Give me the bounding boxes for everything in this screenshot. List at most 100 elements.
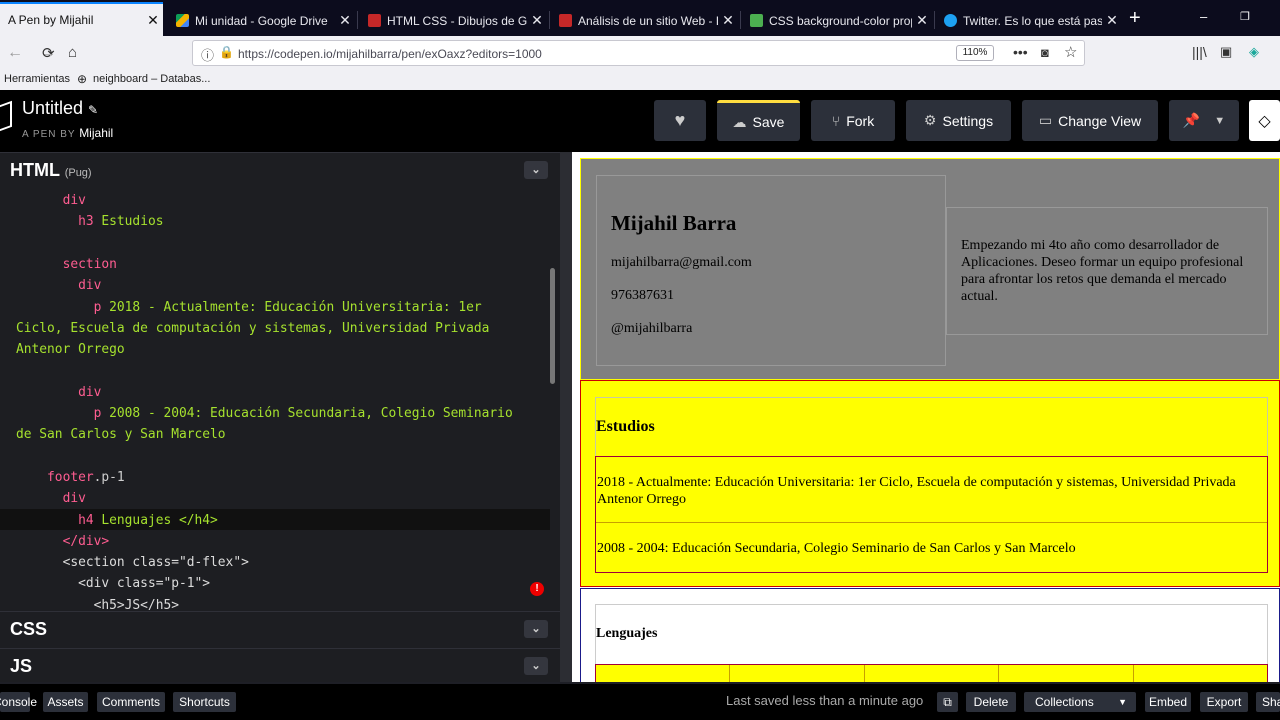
- address-bar[interactable]: ⓘ 🔒 https://codepen.io/mijahilbarra/pen/…: [192, 40, 1085, 66]
- pocket-icon[interactable]: ◙: [1041, 45, 1049, 60]
- comments-button[interactable]: Comments: [97, 692, 165, 712]
- close-icon[interactable]: ✕: [1102, 12, 1122, 29]
- code-line[interactable]: </div>: [16, 531, 110, 552]
- profile-name: Mijahil Barra: [611, 211, 737, 235]
- tab-separator: [740, 11, 741, 29]
- heart-button[interactable]: ♥: [654, 100, 706, 141]
- bookmark-neighboard[interactable]: neighboard – Databas...: [93, 73, 210, 85]
- study-item: 2018 - Actualmente: Educación Universita…: [596, 457, 1267, 523]
- tab-label: HTML CSS - Dibujos de Googl: [387, 13, 527, 28]
- languages-header: Lenguajes: [595, 604, 1268, 666]
- settings-button[interactable]: ⚙ Settings: [906, 100, 1011, 141]
- close-icon[interactable]: ✕: [143, 12, 163, 29]
- code-line[interactable]: div: [16, 190, 86, 211]
- code-line[interactable]: h3 Estudios: [16, 211, 163, 232]
- code-line[interactable]: div: [16, 275, 101, 296]
- tab-drive[interactable]: Mi unidad - Google Drive ✕: [168, 5, 355, 36]
- code-line[interactable]: Ciclo, Escuela de computación y sistemas…: [16, 318, 489, 339]
- author-link[interactable]: Mijahil: [79, 126, 113, 140]
- tab-label: Análisis de un sitio Web - Dib: [578, 13, 718, 28]
- chevron-down-icon[interactable]: ⌄: [524, 657, 548, 675]
- globe-icon: ⊕: [77, 72, 88, 86]
- user-avatar[interactable]: ◇: [1249, 100, 1280, 141]
- code-line[interactable]: div: [16, 382, 101, 403]
- assets-button[interactable]: Assets: [43, 692, 88, 712]
- fork-button[interactable]: ⑂ Fork: [811, 100, 895, 141]
- extension-icon[interactable]: ◈: [1249, 44, 1259, 60]
- avatar-icon: ◇: [1258, 112, 1271, 130]
- error-icon[interactable]: !: [530, 582, 544, 596]
- chevron-down-icon[interactable]: ⌄: [524, 620, 548, 638]
- minimize-icon[interactable]: –: [1200, 9, 1207, 24]
- console-button[interactable]: Console: [0, 692, 37, 712]
- code-line[interactable]: <section class="d-flex">: [16, 552, 249, 573]
- tab-twitter[interactable]: Twitter. Es lo que está pasand ✕: [936, 5, 1122, 36]
- zoom-level[interactable]: 110%: [956, 45, 994, 61]
- sidebar-icon[interactable]: ▣: [1220, 44, 1232, 60]
- close-icon[interactable]: ✕: [912, 12, 932, 29]
- url-text[interactable]: https://codepen.io/mijahilbarra/pen/exOa…: [238, 47, 542, 61]
- close-icon[interactable]: ✕: [718, 12, 738, 29]
- code-editor[interactable]: div h3 Estudios section div p 2018 - Act…: [0, 188, 552, 613]
- language-cell: [1134, 665, 1267, 682]
- restore-icon[interactable]: ❐: [1240, 10, 1250, 23]
- code-line[interactable]: section: [16, 254, 117, 275]
- code-line[interactable]: [16, 233, 32, 254]
- code-line[interactable]: div: [16, 488, 86, 509]
- code-line[interactable]: p 2018 - Actualmente: Educación Universi…: [16, 297, 482, 318]
- code-line[interactable]: [16, 360, 32, 381]
- pen-title[interactable]: Untitled ✎: [22, 98, 98, 119]
- chevron-down-icon[interactable]: ▼: [1214, 115, 1225, 127]
- code-line[interactable]: [16, 446, 32, 467]
- chevron-down-icon[interactable]: ⌄: [524, 161, 548, 179]
- footer-bar: Console Assets Comments Shortcuts Last s…: [0, 684, 1280, 720]
- embed-button[interactable]: Embed: [1145, 692, 1191, 712]
- about-card: Empezando mi 4to año como desarrollador …: [946, 207, 1268, 335]
- reload-icon[interactable]: ⟳: [42, 44, 55, 62]
- tab-w3[interactable]: CSS background-color propert ✕: [742, 5, 932, 36]
- codepen-logo-icon[interactable]: [0, 100, 12, 134]
- external-link-icon[interactable]: ⧉: [937, 692, 958, 712]
- code-line[interactable]: p 2008 - 2004: Educación Secundaria, Col…: [16, 403, 513, 424]
- code-line[interactable]: <div class="p-1">: [16, 573, 210, 594]
- tab-codepen[interactable]: A Pen by Mijahil ✕: [0, 2, 163, 36]
- export-button[interactable]: Export: [1200, 692, 1248, 712]
- html-editor-header[interactable]: HTML (Pug) ⌄: [0, 152, 560, 186]
- tab-label: CSS background-color propert: [769, 13, 912, 28]
- language-cell: [730, 665, 865, 682]
- bookmark-herramientas[interactable]: Herramientas: [4, 73, 70, 85]
- tab-slides-2[interactable]: Análisis de un sitio Web - Dib ✕: [551, 5, 738, 36]
- css-editor-header[interactable]: CSS ⌄: [0, 611, 560, 645]
- shortcuts-button[interactable]: Shortcuts: [173, 692, 236, 712]
- editor-scrollbar[interactable]: [550, 268, 555, 384]
- resize-handle[interactable]: [560, 152, 572, 682]
- edit-pencil-icon[interactable]: ✎: [88, 103, 98, 117]
- languages-title: Lenguajes: [596, 626, 658, 641]
- share-button[interactable]: Share: [1256, 692, 1280, 712]
- delete-button[interactable]: Delete: [966, 692, 1016, 712]
- pin-button[interactable]: 📌 ▼: [1169, 100, 1239, 141]
- code-line[interactable]: h4 Lenguajes </h4>: [16, 510, 218, 531]
- more-icon[interactable]: •••: [1013, 44, 1028, 60]
- close-icon[interactable]: ✕: [335, 12, 355, 29]
- code-line[interactable]: de San Carlos y San Marcelo: [16, 424, 226, 445]
- save-button[interactable]: ☁ Save: [717, 100, 800, 141]
- tab-slides-1[interactable]: HTML CSS - Dibujos de Googl ✕: [360, 5, 547, 36]
- close-icon[interactable]: ✕: [527, 12, 547, 29]
- star-icon[interactable]: ☆: [1064, 43, 1077, 61]
- back-icon[interactable]: ←: [7, 44, 23, 62]
- new-tab-button[interactable]: +: [1129, 7, 1141, 30]
- heart-icon: ♥: [674, 110, 686, 130]
- home-icon[interactable]: ⌂: [68, 44, 77, 61]
- languages-row: [595, 664, 1268, 682]
- collections-button[interactable]: Collections ▼: [1024, 692, 1136, 712]
- info-icon[interactable]: ⓘ: [201, 45, 214, 64]
- library-icon[interactable]: |||\: [1192, 44, 1207, 60]
- change-view-button[interactable]: ▭ Change View: [1022, 100, 1158, 141]
- profile-handle: @mijahilbarra: [611, 321, 693, 336]
- code-line[interactable]: footer.p-1: [16, 467, 125, 488]
- fork-icon: ⑂: [831, 112, 841, 129]
- js-editor-header[interactable]: JS ⌄: [0, 648, 560, 682]
- code-line[interactable]: Antenor Orrego: [16, 339, 125, 360]
- preview-pane: Mijahil Barra mijahilbarra@gmail.com 976…: [572, 152, 1280, 682]
